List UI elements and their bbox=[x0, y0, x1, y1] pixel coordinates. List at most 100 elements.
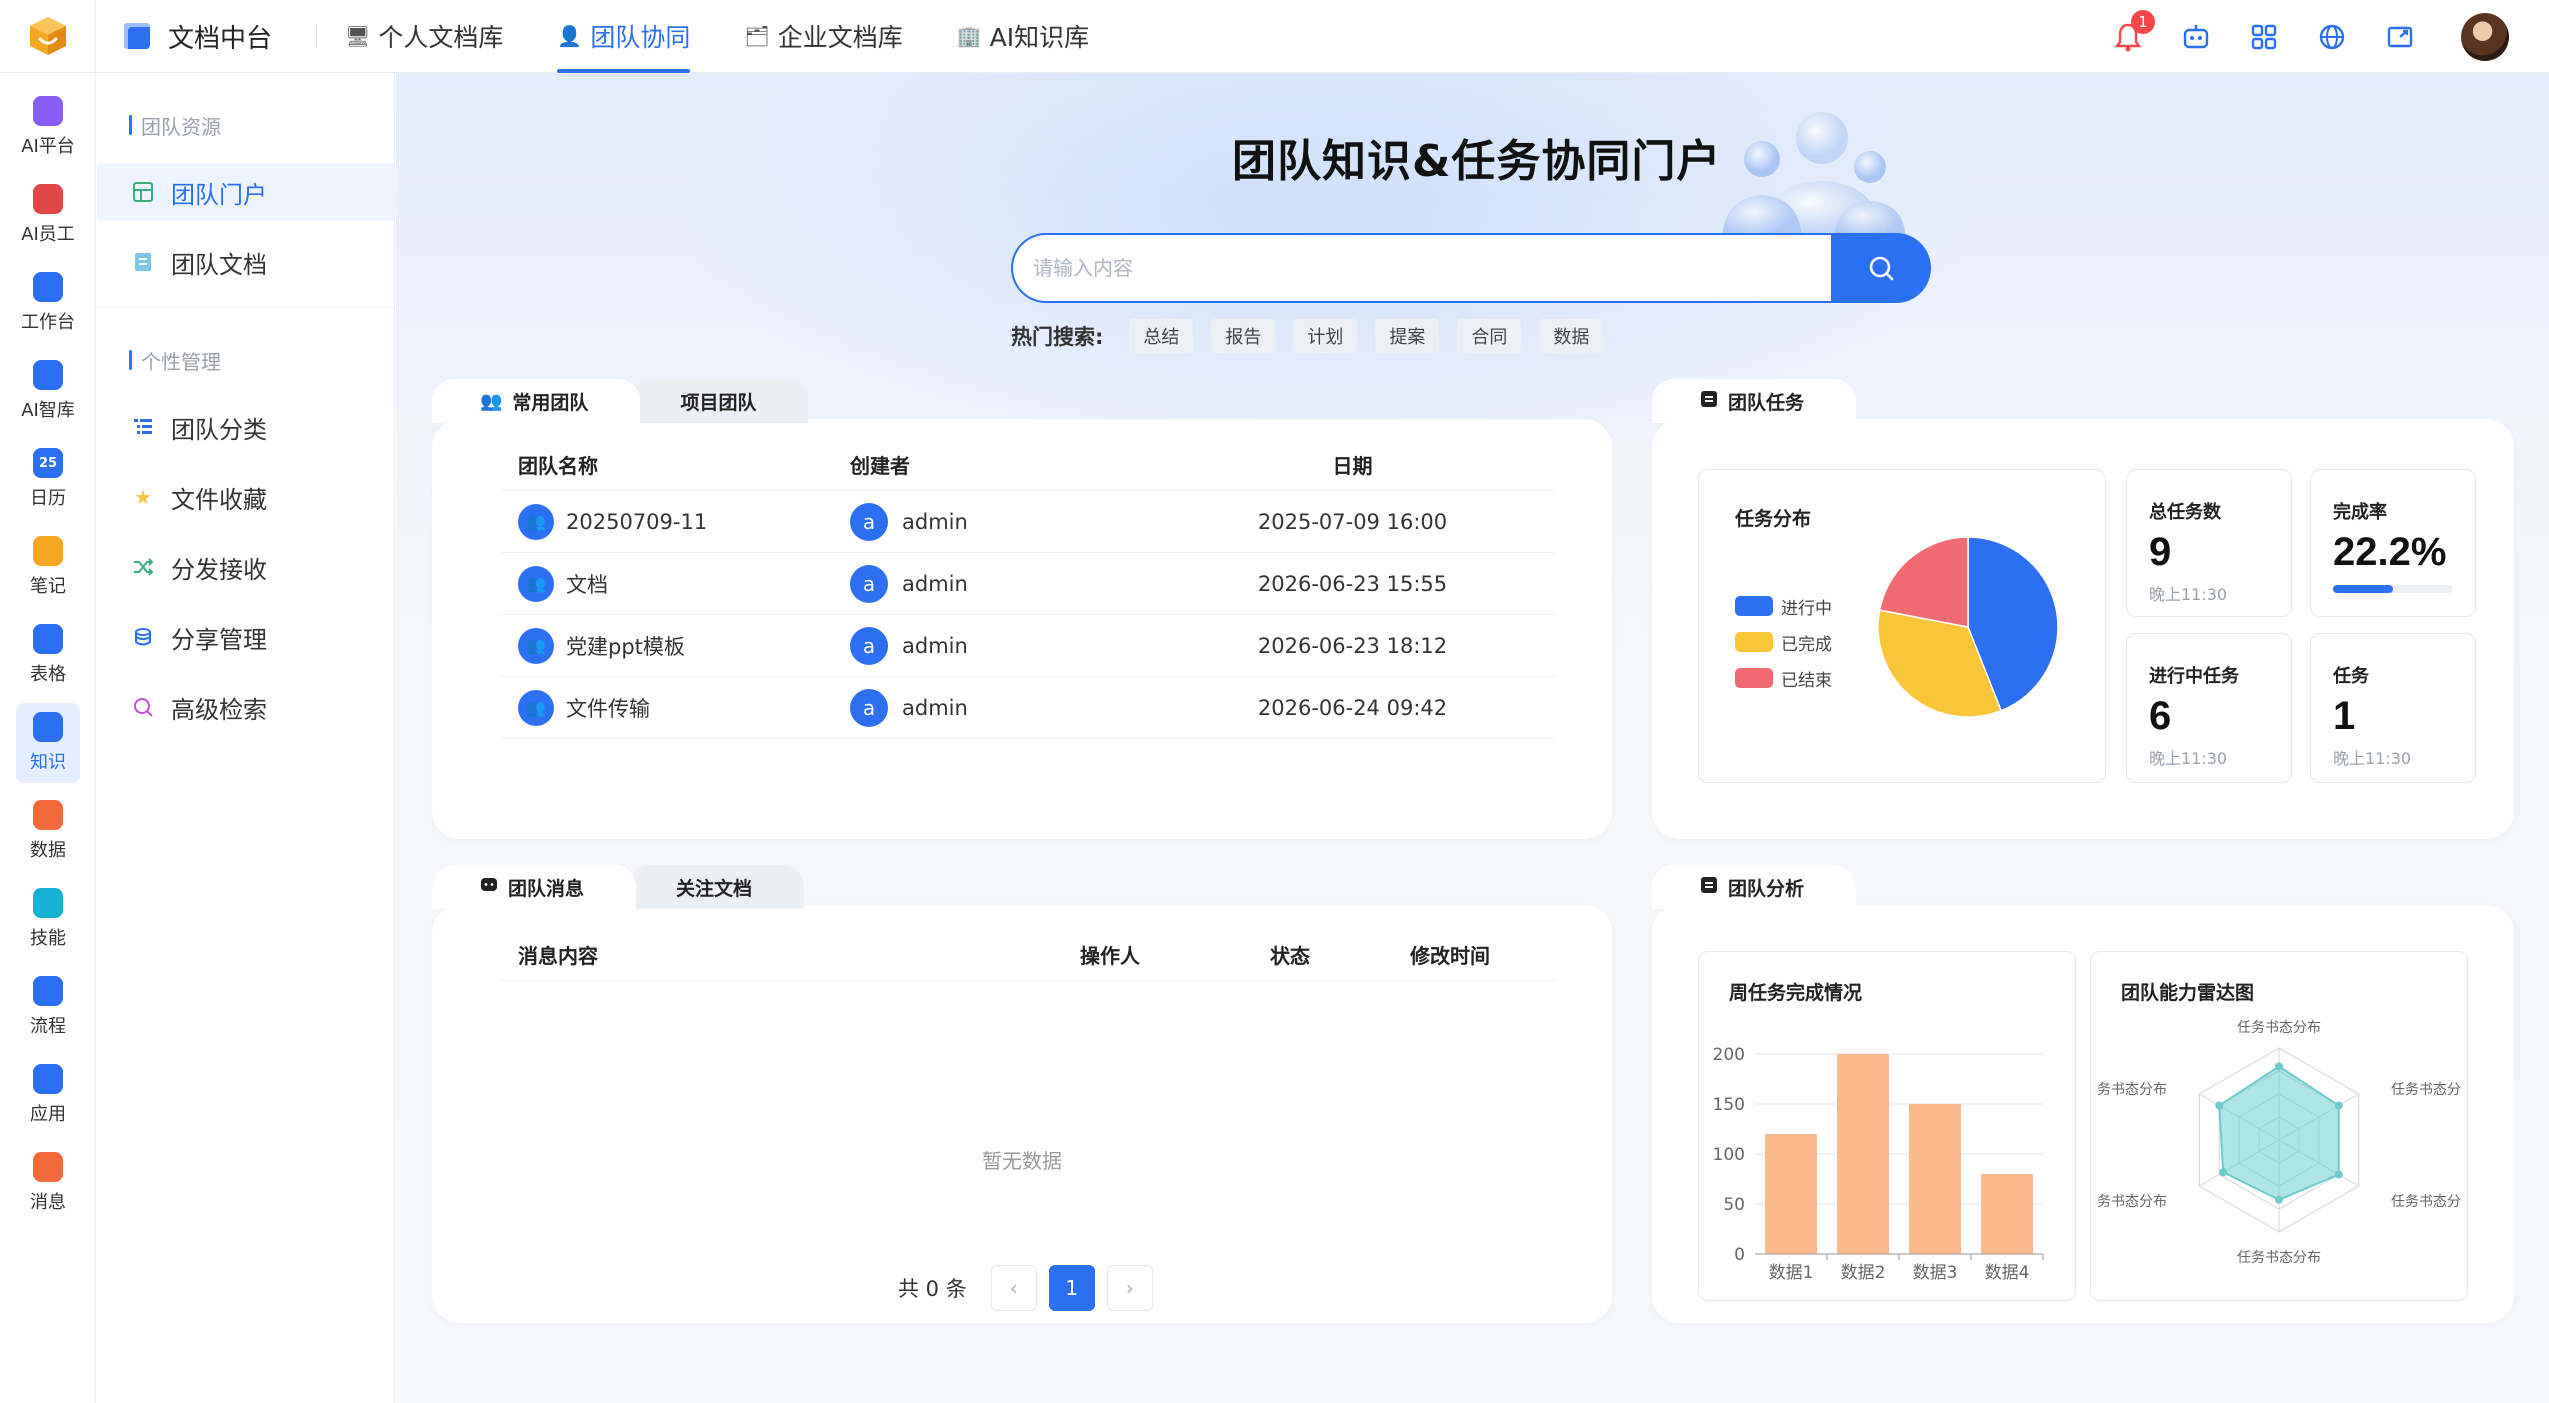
bell-icon[interactable]: 1 bbox=[2111, 9, 2155, 54]
team-name[interactable]: 20250709-11 bbox=[566, 510, 707, 534]
pagination: 共 0 条 ‹ 1 › bbox=[898, 1265, 1153, 1311]
tab-team-tasks[interactable]: 团队任务 bbox=[1652, 379, 1857, 423]
globe-icon[interactable] bbox=[2315, 20, 2349, 54]
stat-value: 22.2% bbox=[2333, 530, 2447, 574]
table-row[interactable]: 👥 文档 a admin 2026-06-23 15:55 bbox=[500, 553, 1555, 615]
table-icon bbox=[33, 624, 63, 654]
rail-item-box: 消息 bbox=[30, 1152, 66, 1214]
radar-point[interactable] bbox=[2219, 1168, 2228, 1177]
radar-label: 任务书态分布 bbox=[2237, 1250, 2321, 1266]
sidebar-item-label: 团队分类 bbox=[171, 415, 267, 444]
rail-item-ai-employee[interactable]: AI员工 bbox=[0, 171, 96, 259]
rail-item-gear[interactable]: 流程 bbox=[0, 963, 96, 1051]
team-icon: 👥 bbox=[518, 627, 554, 664]
next-page-button[interactable]: › bbox=[1106, 1265, 1153, 1311]
radar-chart-card: 团队能力雷达图 任务书态分布 任务书态分 任务书态分 任务书态分布 务书态分布 务书态分布 bbox=[2090, 951, 2468, 1301]
legend-swatch bbox=[1735, 632, 1773, 652]
sidebar-item-label: 文件收藏 bbox=[171, 485, 267, 514]
rail-item-apps[interactable]: 应用 bbox=[0, 1051, 96, 1139]
main-content: 团队知识&任务协同门户 热门搜索: 总结报告计划提案合同数据 团队名称 创建者 … bbox=[396, 73, 2549, 1403]
hot-tag[interactable]: 数据 bbox=[1539, 319, 1604, 353]
tab-followed-docs[interactable]: 关注文档 bbox=[628, 865, 805, 909]
radar-area[interactable] bbox=[2218, 1065, 2340, 1201]
nav-team-collab[interactable]: 👤 团队协同 bbox=[557, 0, 690, 73]
sidebar-item-distribute[interactable]: 分发接收 bbox=[97, 538, 394, 596]
search-button[interactable] bbox=[1831, 233, 1931, 303]
creator-avatar: a bbox=[850, 688, 888, 727]
tab-project-teams[interactable]: 项目团队 bbox=[632, 379, 809, 423]
progress-fill bbox=[2333, 585, 2393, 593]
nav-enterprise-library[interactable]: 🗂 企业文档库 bbox=[744, 0, 902, 73]
sidebar-item-team-portal[interactable]: 团队门户 bbox=[97, 163, 394, 221]
grid-icon[interactable] bbox=[2247, 20, 2281, 54]
bar[interactable] bbox=[1981, 1174, 2033, 1254]
hot-tag[interactable]: 提案 bbox=[1375, 319, 1440, 353]
brand[interactable]: 文档中台 bbox=[124, 18, 272, 55]
tab-common-teams[interactable]: 👥 常用团队 bbox=[432, 379, 641, 423]
top-bar: 文档中台 🖥 个人文档库 👤 团队协同 🗂 企业文档库 🏢 AI知识库 1 bbox=[0, 0, 2549, 73]
radar-point[interactable] bbox=[2334, 1170, 2343, 1179]
stat-total-tasks: 总任务数 9 晚上11:30 bbox=[2126, 469, 2292, 617]
rail-item-table[interactable]: 表格 bbox=[0, 611, 96, 699]
radar-point[interactable] bbox=[2275, 1062, 2283, 1071]
bar[interactable] bbox=[1837, 1054, 1889, 1254]
hot-tag[interactable]: 总结 bbox=[1129, 319, 1194, 353]
bar[interactable] bbox=[1909, 1104, 1961, 1254]
rail-item-box: 笔记 bbox=[30, 536, 66, 598]
stat-value: 6 bbox=[2149, 694, 2172, 738]
rail-item-ai-platform[interactable]: AI平台 bbox=[0, 83, 96, 171]
rail-item-box: 技能 bbox=[30, 888, 66, 950]
team-name[interactable]: 党建ppt模板 bbox=[566, 631, 685, 661]
nav-personal-library[interactable]: 🖥 个人文档库 bbox=[345, 0, 503, 73]
fullscreen-icon[interactable] bbox=[2383, 20, 2417, 54]
divider bbox=[97, 307, 394, 308]
nav-ai-knowledge[interactable]: 🏢 AI知识库 bbox=[957, 0, 1089, 73]
legend-item[interactable]: 进行中 bbox=[1735, 588, 1832, 624]
table-row[interactable]: 👥 文件传输 a admin 2026-06-24 09:42 bbox=[500, 677, 1555, 739]
legend-label: 已完成 bbox=[1781, 634, 1832, 655]
team-icon: 👥 bbox=[518, 689, 554, 726]
rail-item-home[interactable]: 工作台 bbox=[0, 259, 96, 347]
team-name[interactable]: 文档 bbox=[566, 569, 608, 599]
radar-point[interactable] bbox=[2275, 1195, 2283, 1204]
task-icon bbox=[1700, 390, 1718, 413]
x-tick-label: 数据2 bbox=[1841, 1263, 1886, 1283]
stat-label: 完成率 bbox=[2333, 502, 2387, 523]
bar[interactable] bbox=[1765, 1134, 1817, 1254]
app-logo[interactable] bbox=[0, 0, 96, 73]
page-number[interactable]: 1 bbox=[1048, 1265, 1095, 1311]
rail-item-skill[interactable]: 技能 bbox=[0, 875, 96, 963]
hot-tag[interactable]: 合同 bbox=[1457, 319, 1522, 353]
rail-item-pie[interactable]: 数据 bbox=[0, 787, 96, 875]
rail-item-calendar[interactable]: 25 日历 bbox=[0, 435, 96, 523]
rail-item-knowledge[interactable]: 知识 bbox=[0, 699, 96, 787]
sidebar-item-advanced-search[interactable]: 高级检索 bbox=[97, 678, 394, 736]
hot-tag[interactable]: 计划 bbox=[1293, 319, 1358, 353]
sidebar-item-team-docs[interactable]: 团队文档 bbox=[97, 233, 394, 291]
radar-point[interactable] bbox=[2334, 1101, 2343, 1110]
rail-item-note[interactable]: 笔记 bbox=[0, 523, 96, 611]
sidebar-item-share-manage[interactable]: 分享管理 bbox=[97, 608, 394, 666]
nav-label: AI知识库 bbox=[989, 23, 1090, 52]
search-input[interactable] bbox=[1011, 233, 1831, 303]
hot-tag[interactable]: 报告 bbox=[1211, 319, 1276, 353]
rail-item-speaker[interactable]: 消息 bbox=[0, 1139, 96, 1227]
teams-card: 团队名称 创建者 日期 👥 20250709-11 a admin 2025-07-09… bbox=[432, 419, 1612, 839]
prev-page-button[interactable]: ‹ bbox=[990, 1265, 1037, 1311]
team-name[interactable]: 文件传输 bbox=[566, 693, 650, 723]
legend-item[interactable]: 已完成 bbox=[1735, 624, 1832, 660]
robot-icon[interactable] bbox=[2179, 20, 2213, 54]
legend-item[interactable]: 已结束 bbox=[1735, 660, 1832, 696]
sidebar-item-team-category[interactable]: 团队分类 bbox=[97, 398, 394, 456]
creator-avatar: a bbox=[850, 564, 888, 603]
table-row[interactable]: 👥 20250709-11 a admin 2025-07-09 16:00 bbox=[500, 491, 1555, 553]
radar-point[interactable] bbox=[2215, 1101, 2224, 1110]
avatar[interactable] bbox=[2461, 12, 2509, 61]
stat-value: 9 bbox=[2149, 530, 2172, 574]
tab-team-analysis[interactable]: 团队分析 bbox=[1652, 865, 1857, 909]
table-row[interactable]: 👥 党建ppt模板 a admin 2026-06-23 18:12 bbox=[500, 615, 1555, 677]
tab-team-messages[interactable]: 团队消息 bbox=[432, 865, 637, 909]
sidebar-item-favorites[interactable]: ★ 文件收藏 bbox=[97, 468, 394, 526]
rail-item-target[interactable]: AI智库 bbox=[0, 347, 96, 435]
sidebar-item-label: 分发接收 bbox=[171, 555, 267, 584]
